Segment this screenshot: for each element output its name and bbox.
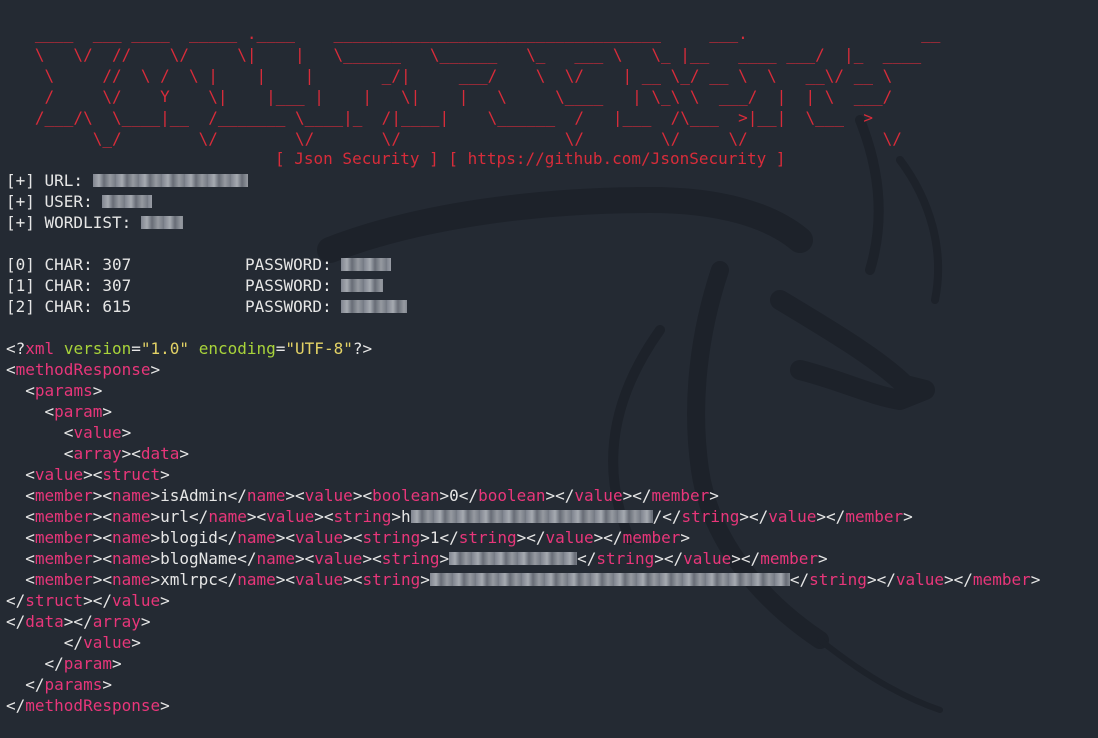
result-password: PASSWORD: <box>245 275 384 296</box>
password-label: PASSWORD: <box>245 255 342 274</box>
banner-line: /___/\ \____|__ /_______ \____|_ /|____|… <box>6 108 873 127</box>
result-row: [2] CHAR: 615 PASSWORD: <box>6 296 1094 317</box>
result-password: PASSWORD: <box>245 254 392 275</box>
xml-member-line: <member><name>xmlrpc</name><value><strin… <box>6 570 1041 589</box>
xml-member-line: <member><name>blogName</name><value><str… <box>6 549 828 568</box>
banner-subtitle: [ Json Security ] [ https://github.com/J… <box>275 149 786 168</box>
ascii-banner: ____ ___ ____ _____ .____ ______________… <box>6 23 1094 149</box>
info-label: [+] WORDLIST: <box>6 213 141 232</box>
banner-line: \ // \ / \ | | | _/| ___/ \ \/ | __ \_/ … <box>6 66 902 85</box>
xml-line: <value><struct> <box>6 465 170 484</box>
xml-declaration: <?xml version="1.0" encoding="UTF-8"?> <box>6 339 373 358</box>
xml-line: </param> <box>6 654 122 673</box>
banner-line: ____ ___ ____ _____ .____ ______________… <box>6 24 1037 43</box>
redacted-value <box>341 258 392 271</box>
xml-member-line: <member><name>blogid</name><value><strin… <box>6 528 690 547</box>
redacted-value <box>341 300 408 313</box>
redacted-value <box>410 510 653 523</box>
result-char: [1] CHAR: 307 <box>6 276 132 295</box>
redacted-value <box>140 216 183 229</box>
xml-line: </value> <box>6 633 141 652</box>
xml-member-line: <member><name>url</name><value><string>h… <box>6 507 913 526</box>
result-char: [0] CHAR: 307 <box>6 255 132 274</box>
result-char: [2] CHAR: 615 <box>6 297 132 316</box>
info-label: [+] USER: <box>6 192 103 211</box>
info-user: [+] USER: <box>6 191 1094 212</box>
info-label: [+] URL: <box>6 171 93 190</box>
terminal-output: ____ ___ ____ _____ .____ ______________… <box>6 23 1094 716</box>
xml-line: </data></array> <box>6 612 151 631</box>
xml-line: <param> <box>6 402 112 421</box>
xml-member-line: <member><name>isAdmin</name><value><bool… <box>6 486 719 505</box>
result-row: [1] CHAR: 307 PASSWORD: <box>6 275 1094 296</box>
redacted-value <box>449 552 578 565</box>
xml-line: </params> <box>6 675 112 694</box>
xml-line: <array><data> <box>6 444 190 463</box>
result-row: [0] CHAR: 307 PASSWORD: <box>6 254 1094 275</box>
redacted-value <box>341 279 384 292</box>
redacted-value <box>92 174 248 187</box>
password-label: PASSWORD: <box>245 297 342 316</box>
xml-line: <value> <box>6 423 132 442</box>
info-url: [+] URL: <box>6 170 1094 191</box>
banner-line: \_/ \/ \/ \/ \/ \/ \/ \/ <box>6 129 912 148</box>
password-label: PASSWORD: <box>245 276 342 295</box>
redacted-value <box>102 195 153 208</box>
result-password: PASSWORD: <box>245 296 408 317</box>
xml-line: </methodResponse> <box>6 696 170 715</box>
xml-line: </struct></value> <box>6 591 170 610</box>
xml-line: <methodResponse> <box>6 360 161 379</box>
banner-line: \ \/ // \/ \| | \______ \______ \_ ___ \… <box>6 45 941 64</box>
xml-line: <params> <box>6 381 103 400</box>
banner-line: / \/ Y \| |___ | | \| | \ \____ | \_\ \ … <box>6 87 902 106</box>
redacted-value <box>429 573 790 586</box>
info-wordlist: [+] WORDLIST: <box>6 212 1094 233</box>
